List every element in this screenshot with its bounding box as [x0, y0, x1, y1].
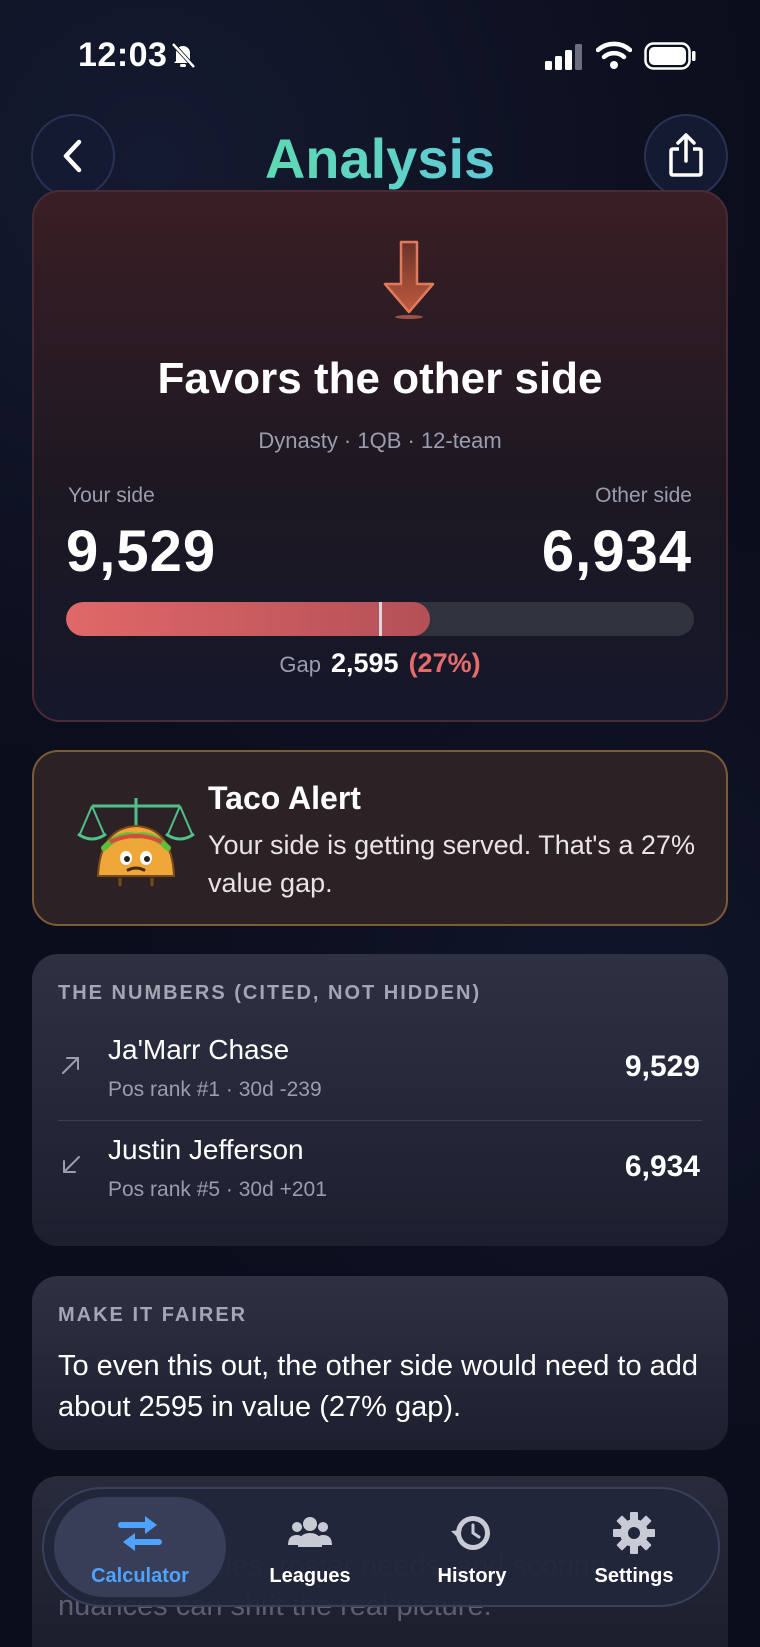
fairer-heading: MAKE IT FAIRER	[58, 1304, 248, 1326]
gap-row: Gap 2,595 (27%)	[34, 648, 726, 679]
gap-percent: (27%)	[408, 648, 481, 678]
verdict-subtitle: Dynasty · 1QB · 12-team	[258, 428, 502, 453]
tab-calculator[interactable]: Calculator	[52, 1489, 226, 1605]
gap-value: 2,595	[330, 648, 399, 678]
arrow-up-right-icon	[62, 1057, 79, 1074]
people-icon	[288, 1517, 332, 1547]
swap-arrows-icon	[118, 1516, 162, 1551]
fairer-text: To even this out, the other side would n…	[58, 1350, 699, 1423]
other-side-label: Other side	[595, 484, 692, 507]
your-side-label: Your side	[68, 484, 155, 507]
tab-leagues[interactable]: Leagues	[229, 1489, 391, 1605]
status-time: 12:03	[78, 36, 168, 74]
share-button[interactable]	[644, 114, 728, 198]
player-row[interactable]: Ja'Marr Chase Pos rank #1 · 30d -239 9,5…	[32, 1020, 728, 1120]
history-clock-icon	[451, 1516, 490, 1550]
gear-icon	[613, 1512, 655, 1554]
verdict-title: Favors the other side	[157, 354, 603, 403]
tab-label: Calculator	[91, 1565, 189, 1587]
arrow-down-icon	[383, 240, 435, 319]
bell-muted-icon	[171, 42, 196, 69]
verdict-card: Favors the other side Dynasty · 1QB · 12…	[32, 190, 728, 722]
value-comparison-bar	[66, 602, 694, 636]
taco-alert-card: Taco Alert Your side is getting served. …	[32, 750, 728, 926]
taco-scales-icon	[77, 798, 195, 886]
tab-label: History	[437, 1565, 507, 1587]
cellular-signal-icon	[545, 44, 582, 70]
wifi-icon	[596, 41, 632, 69]
numbers-card: THE NUMBERS (CITED, NOT HIDDEN) Ja'Marr …	[32, 954, 728, 1246]
row-divider	[58, 1120, 702, 1121]
other-side-value: 6,934	[541, 519, 692, 584]
alert-text: Your side is getting served. That's a 27…	[208, 830, 695, 898]
status-bar: 12:03	[0, 0, 760, 110]
numbers-heading: THE NUMBERS (CITED, NOT HIDDEN)	[58, 982, 482, 1004]
value-bar-fill	[66, 602, 431, 636]
player-row[interactable]: Justin Jefferson Pos rank #5 · 30d +201 …	[32, 1120, 728, 1220]
gap-label: Gap	[279, 652, 321, 677]
player-value: 9,529	[624, 1050, 700, 1083]
value-bar-midpoint	[379, 602, 382, 636]
tab-label: Leagues	[269, 1565, 351, 1587]
make-it-fairer-card: MAKE IT FAIRER To even this out, the oth…	[32, 1276, 728, 1450]
header: Analysis	[0, 112, 760, 202]
alert-title: Taco Alert	[208, 780, 361, 816]
tab-settings[interactable]: Settings	[553, 1489, 715, 1605]
player-meta: Pos rank #5 · 30d +201	[108, 1178, 327, 1201]
share-icon	[669, 133, 703, 177]
battery-icon	[644, 42, 696, 70]
tab-bar: Calculator Leagues History Settings	[42, 1487, 720, 1607]
player-name: Ja'Marr Chase	[108, 1034, 290, 1065]
player-name: Justin Jefferson	[108, 1134, 304, 1165]
tab-history[interactable]: History	[391, 1489, 553, 1605]
tab-label: Settings	[594, 1565, 674, 1587]
your-side-value: 9,529	[66, 519, 217, 584]
arrow-down-left-icon	[63, 1156, 80, 1173]
player-value: 6,934	[624, 1150, 700, 1183]
player-meta: Pos rank #1 · 30d -239	[108, 1078, 322, 1101]
